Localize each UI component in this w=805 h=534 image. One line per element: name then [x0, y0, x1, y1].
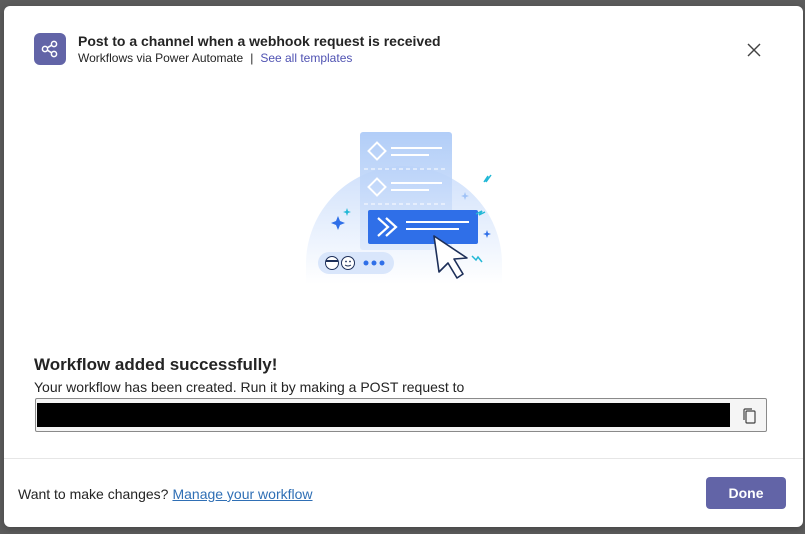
see-all-templates-link[interactable]: See all templates: [260, 51, 352, 65]
footer-prompt: Want to make changes? Manage your workflo…: [18, 486, 313, 502]
close-button[interactable]: [742, 38, 766, 62]
workflow-illustration: [294, 124, 514, 284]
manage-workflow-link[interactable]: Manage your workflow: [172, 486, 312, 502]
close-icon: [747, 43, 761, 57]
share-nodes-icon: [34, 33, 66, 65]
source-label: Workflows via Power Automate: [78, 51, 244, 65]
copy-url-button[interactable]: [738, 405, 760, 427]
dialog-subtitle: Workflows via Power Automate | See all tem…: [78, 51, 352, 65]
done-button[interactable]: Done: [706, 477, 786, 509]
dialog-title: Post to a channel when a webhook request…: [78, 33, 441, 49]
separator: |: [250, 51, 254, 65]
dialog-header: Post to a channel when a webhook request…: [4, 6, 803, 86]
copy-icon: [743, 408, 756, 424]
success-heading: Workflow added successfully!: [34, 355, 278, 374]
webhook-url-field[interactable]: [35, 398, 767, 432]
workflow-dialog: Post to a channel when a webhook request…: [4, 6, 803, 527]
webhook-url-value[interactable]: [37, 403, 730, 427]
success-description: Your workflow has been created. Run it b…: [34, 379, 465, 395]
dialog-footer: Want to make changes? Manage your workflo…: [4, 458, 803, 527]
make-changes-label: Want to make changes?: [18, 486, 169, 502]
